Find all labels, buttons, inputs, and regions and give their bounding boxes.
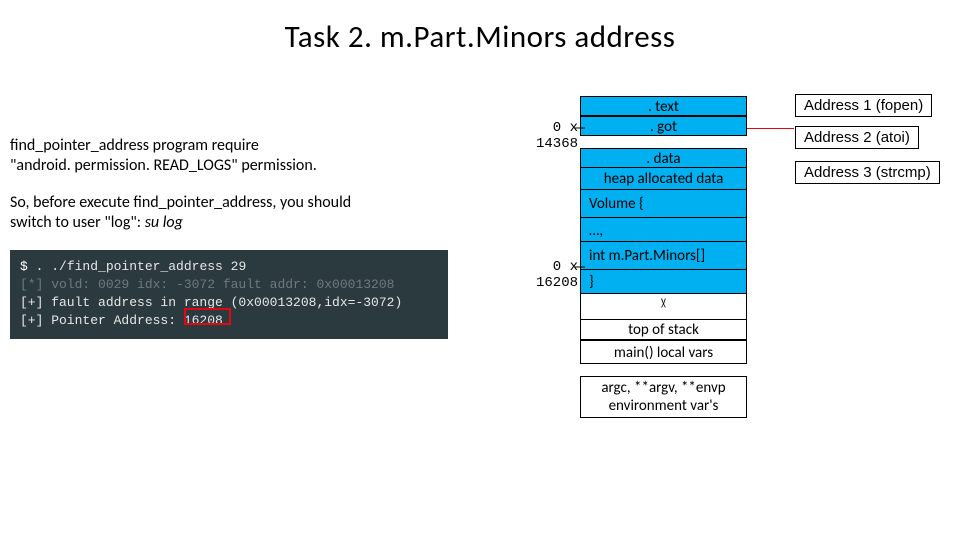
para1-line2: "android. permission. READ_LOGS" permiss…: [10, 156, 317, 175]
mem-got-section: . got: [580, 116, 747, 136]
mpart-address-label: 0 x 16208: [508, 259, 578, 291]
mem-arrows: v ^: [580, 294, 747, 320]
mem-mpartminors: int m.Part.Minors[]: [580, 242, 747, 270]
terminal-output: $ . ./find_pointer_address 29 [*] vold: …: [10, 250, 448, 339]
mem-heap: heap allocated data: [580, 168, 747, 190]
terminal-line-1: $ . ./find_pointer_address 29: [20, 258, 438, 276]
memory-diagram: . text . got . data heap allocated data …: [580, 96, 747, 418]
mem-argc-line1: argc, **argv, **envp: [601, 379, 725, 397]
mem-data-section: . data: [580, 148, 747, 168]
slide-title: Task 2. m.Part.Minors address: [0, 18, 960, 56]
mem-volume-close: }: [580, 270, 747, 294]
mem-volume-open: Volume {: [580, 190, 747, 218]
mem-argc-env: argc, **argv, **envp environment var's: [580, 376, 747, 418]
mem-main-vars: main() local vars: [580, 340, 747, 364]
paragraph-2: So, before execute find_pointer_address,…: [10, 193, 440, 234]
paragraph-1: find_pointer_address program require "an…: [10, 136, 440, 177]
mem-dots: …,: [580, 218, 747, 242]
address-1-box: Address 1 (fopen): [795, 94, 932, 117]
terminal-cmd: . ./find_pointer_address 29: [28, 259, 246, 274]
got-address-label: 0 x 14368: [508, 120, 578, 152]
address-2-box: Address 2 (atoi): [795, 126, 919, 149]
arrow-up-icon: ^: [661, 301, 666, 314]
address-3-box: Address 3 (strcmp): [795, 161, 940, 184]
mem-top-of-stack: top of stack: [580, 320, 747, 340]
prompt: $: [20, 259, 28, 274]
left-column: find_pointer_address program require "an…: [10, 136, 440, 339]
connector-got-to-addr2: [747, 128, 794, 129]
para2-line1: So, before execute find_pointer_address,…: [10, 193, 351, 212]
mem-argc-line2: environment var's: [609, 397, 719, 415]
para2-line2: switch to user "log": su log: [10, 213, 183, 232]
mem-text-section: . text: [580, 96, 747, 116]
terminal-line-2: [*] vold: 0029 idx: -3072 fault addr: 0x…: [20, 276, 438, 294]
highlight-box: [184, 308, 231, 325]
para1-line1: find_pointer_address program require: [10, 136, 259, 155]
